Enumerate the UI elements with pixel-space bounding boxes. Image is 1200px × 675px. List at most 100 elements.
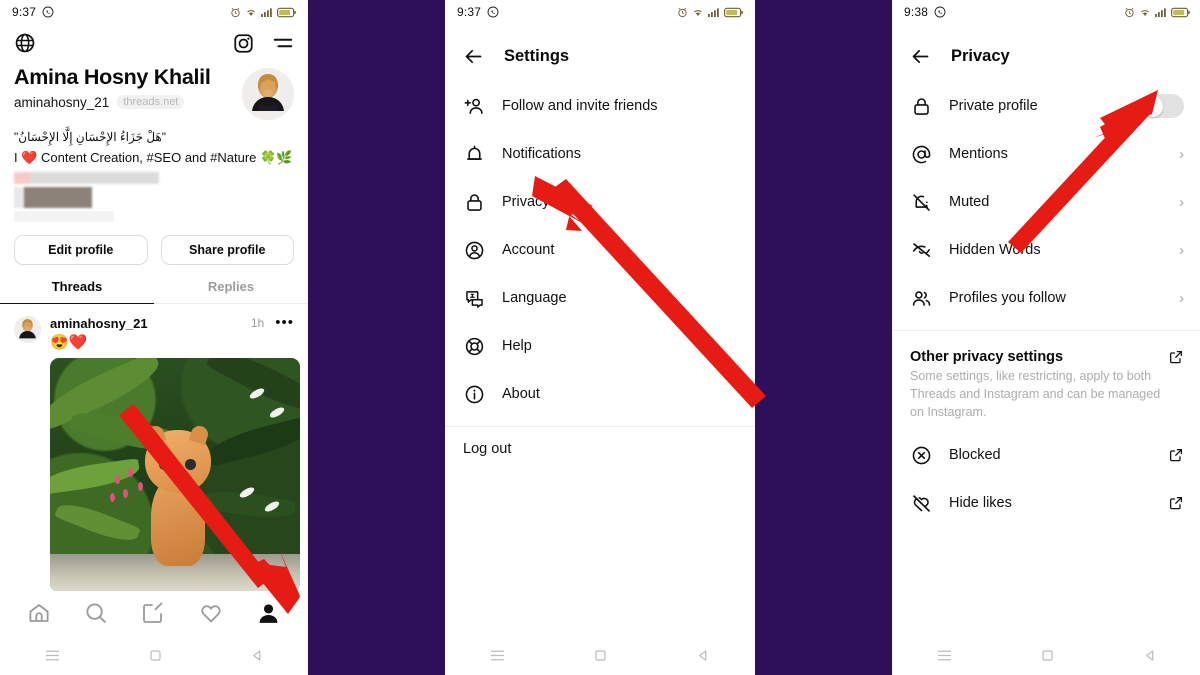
profile-icon[interactable] (256, 601, 281, 626)
back-triangle-icon[interactable] (1143, 648, 1158, 663)
external-link-icon[interactable] (1168, 447, 1184, 463)
threads-bottom-nav (0, 591, 308, 635)
bio-arabic-line: "هَلْ جَزَاءُ الإِحْسَانِ إِلَّا الإِحْس… (14, 130, 167, 144)
language-icon (463, 288, 485, 309)
settings-item-label: Language (502, 290, 567, 306)
home-icon[interactable] (27, 601, 51, 625)
status-bar-privacy: 9:38 (892, 0, 1200, 24)
settings-list: Follow and invite friends Notifications … (445, 72, 755, 463)
back-arrow-icon[interactable] (463, 46, 484, 67)
home-square-icon[interactable] (1040, 648, 1055, 663)
external-link-icon[interactable] (1168, 349, 1184, 365)
profile-identity: Amina Hosny Khalil aminahosny_21 threads… (0, 62, 308, 120)
post-avatar[interactable] (14, 315, 41, 343)
private-profile-toggle[interactable] (1140, 94, 1184, 118)
privacy-item-label: Blocked (949, 447, 1001, 464)
heart-icon[interactable] (199, 601, 223, 625)
post-timestamp: 1h (250, 316, 265, 331)
other-privacy-settings-header[interactable]: Other privacy settings (892, 339, 1200, 365)
chevron-right-icon: › (1179, 193, 1184, 211)
tab-threads[interactable]: Threads (0, 279, 154, 304)
page-title: Settings (504, 46, 570, 65)
privacy-item-mentions[interactable]: Mentions › (892, 130, 1200, 178)
heart-off-icon (910, 493, 932, 514)
settings-item-account[interactable]: Account (445, 226, 755, 274)
profile-app-header (0, 24, 308, 62)
alarm-icon (1124, 7, 1135, 18)
share-profile-button[interactable]: Share profile (160, 234, 294, 265)
hamburger-menu-icon[interactable] (272, 34, 294, 52)
back-triangle-icon[interactable] (250, 648, 265, 663)
post-username[interactable]: aminahosny_21 (50, 316, 148, 331)
profile-display-name: Amina Hosny Khalil (14, 65, 211, 89)
home-square-icon[interactable] (148, 648, 163, 663)
purple-separator-1 (308, 0, 445, 675)
settings-item-label: Account (502, 242, 555, 258)
status-time: 9:38 (904, 5, 929, 19)
log-out-button[interactable]: Log out (445, 435, 755, 463)
recents-icon[interactable] (936, 647, 953, 664)
signal-icon (261, 7, 273, 18)
search-icon[interactable] (84, 601, 108, 625)
eye-off-icon (910, 240, 932, 261)
settings-item-privacy[interactable]: Privacy (445, 178, 755, 226)
settings-item-help[interactable]: Help (445, 322, 755, 370)
privacy-item-blocked[interactable]: Blocked (892, 431, 1200, 479)
signal-icon (1155, 7, 1167, 18)
page-title: Privacy (951, 46, 1010, 65)
settings-item-follow-invite[interactable]: Follow and invite friends (445, 82, 755, 130)
chevron-right-icon: › (1179, 241, 1184, 259)
privacy-item-hidden-words[interactable]: Hidden Words › (892, 226, 1200, 274)
wifi-icon (245, 7, 257, 18)
profile-tabs: Threads Replies (0, 279, 308, 304)
privacy-item-profiles-you-follow[interactable]: Profiles you follow › (892, 274, 1200, 322)
blocked-circle-x-icon (910, 445, 932, 466)
back-triangle-icon[interactable] (696, 648, 711, 663)
wifi-icon (692, 7, 704, 18)
privacy-item-hide-likes[interactable]: Hide likes (892, 479, 1200, 527)
redacted-bio-line-2 (14, 186, 92, 208)
android-system-nav-profile (0, 635, 308, 675)
privacy-list: Private profile Mentions › Muted › Hidde… (892, 72, 1200, 527)
settings-item-notifications[interactable]: Notifications (445, 130, 755, 178)
recents-icon[interactable] (44, 647, 61, 664)
tab-replies[interactable]: Replies (154, 279, 308, 304)
settings-item-language[interactable]: Language (445, 274, 755, 322)
bell-icon (463, 144, 485, 165)
privacy-item-label: Muted (949, 194, 990, 210)
settings-header: Settings (445, 24, 755, 72)
at-sign-icon (910, 144, 932, 165)
compose-icon[interactable] (141, 601, 165, 625)
thread-post: aminahosny_21 1h ••• 😍❤️ (0, 304, 308, 592)
alarm-icon (230, 7, 241, 18)
globe-icon[interactable] (14, 32, 36, 54)
purple-separator-2 (755, 0, 892, 675)
status-time: 9:37 (12, 5, 37, 19)
post-image[interactable] (50, 357, 300, 592)
instagram-icon[interactable] (233, 33, 254, 54)
privacy-item-label: Private profile (949, 98, 1038, 114)
avatar[interactable] (242, 68, 294, 120)
profile-username: aminahosny_21 (14, 94, 110, 110)
add-person-icon (463, 96, 485, 117)
post-more-options-icon[interactable]: ••• (275, 315, 294, 330)
privacy-item-label: Profiles you follow (949, 290, 1066, 306)
privacy-divider (892, 330, 1200, 331)
edit-profile-button[interactable]: Edit profile (14, 234, 148, 265)
whatsapp-icon (42, 6, 54, 18)
account-circle-icon (463, 240, 485, 261)
recents-icon[interactable] (489, 647, 506, 664)
battery-icon (724, 7, 743, 18)
status-bar-profile: 9:37 (0, 0, 308, 24)
back-arrow-icon[interactable] (910, 46, 931, 67)
chevron-right-icon: › (1179, 145, 1184, 163)
whatsapp-icon (487, 6, 499, 18)
profile-bio: "هَلْ جَزَاءُ الإِحْسَانِ إِلَّا الإِحْس… (0, 120, 308, 222)
privacy-item-label: Hidden Words (949, 242, 1041, 258)
settings-item-about[interactable]: About (445, 370, 755, 418)
privacy-item-private-profile[interactable]: Private profile (892, 82, 1200, 130)
privacy-item-label: Mentions (949, 146, 1008, 162)
external-link-icon[interactable] (1168, 495, 1184, 511)
privacy-item-muted[interactable]: Muted › (892, 178, 1200, 226)
home-square-icon[interactable] (593, 648, 608, 663)
